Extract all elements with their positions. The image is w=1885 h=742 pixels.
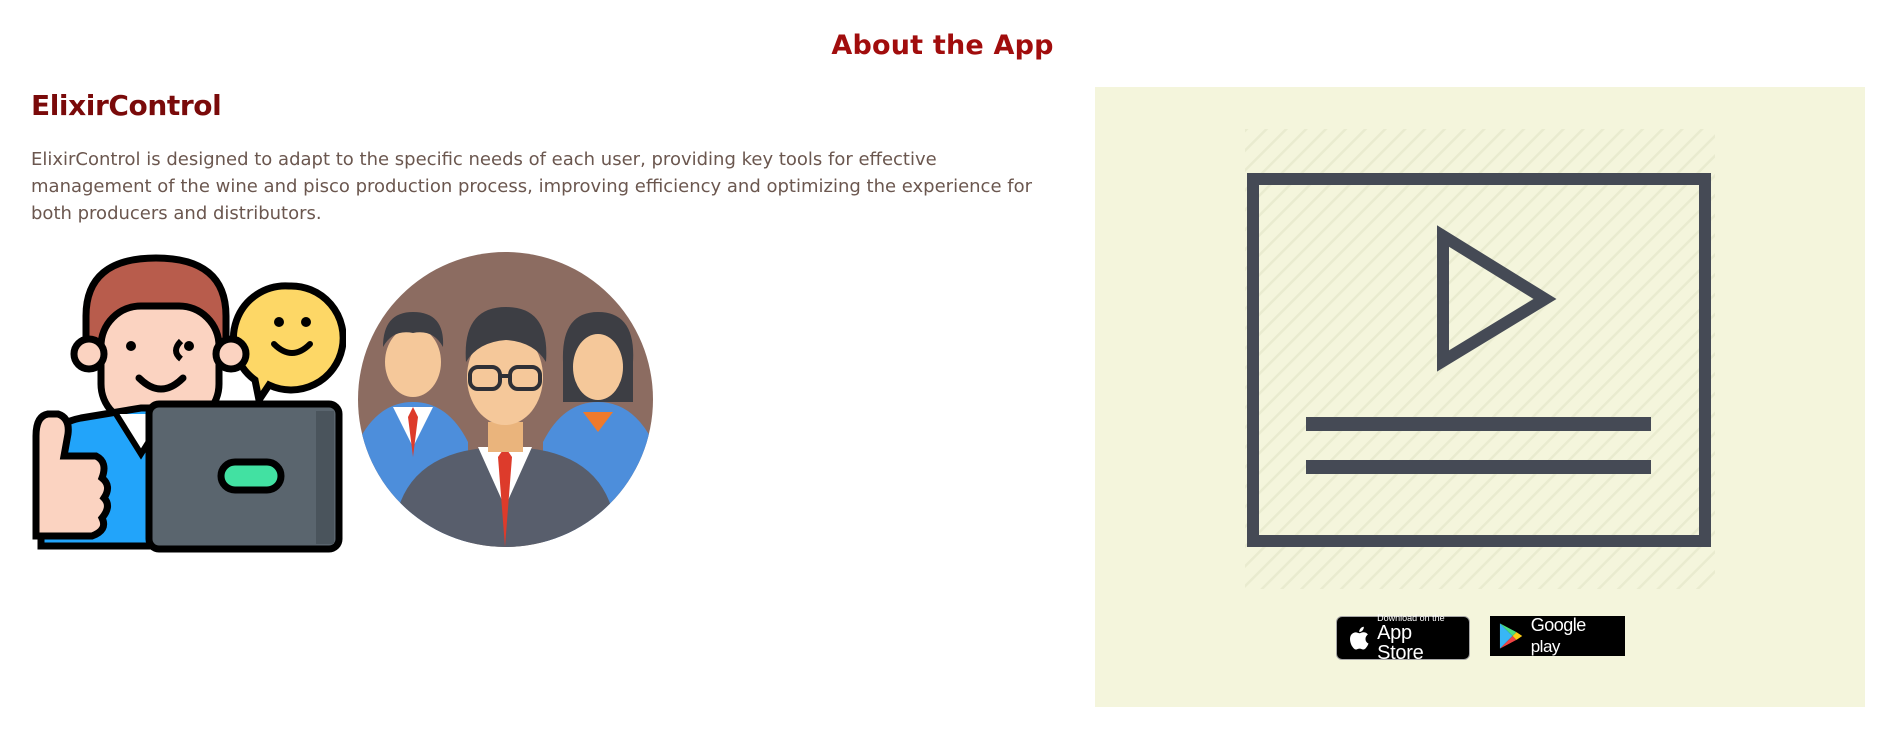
play-label: play	[1530, 637, 1561, 656]
google-play-icon	[1499, 623, 1522, 649]
media-panel: Download on the App Store Google play	[1095, 87, 1865, 707]
app-store-badge[interactable]: Download on the App Store	[1335, 613, 1470, 664]
illustrations	[31, 246, 656, 556]
store-badges: Download on the App Store Google play	[1095, 613, 1865, 664]
google-play-badge[interactable]: Google play	[1489, 615, 1625, 656]
apple-icon	[1349, 626, 1369, 650]
app-info: ElixirControl ElixirControl is designed …	[31, 86, 1061, 227]
google-label: Google	[1530, 615, 1587, 635]
app-store-big-label: App Store	[1377, 621, 1424, 664]
section-title: About the App	[831, 30, 1054, 61]
happy-user-laptop-icon	[32, 254, 346, 553]
app-name: ElixirControl	[31, 89, 222, 122]
video-play-icon[interactable]	[1245, 129, 1715, 589]
team-avatars-icon	[358, 252, 653, 547]
app-description: ElixirControl is designed to adapt to th…	[31, 149, 1033, 224]
